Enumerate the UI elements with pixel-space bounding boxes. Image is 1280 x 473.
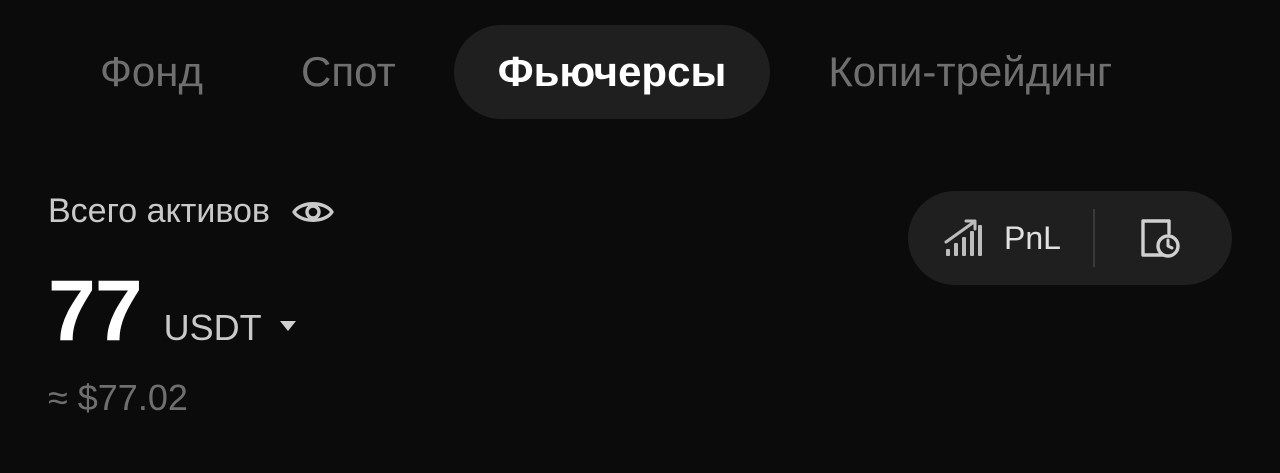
tab-fund[interactable]: Фонд	[60, 25, 243, 119]
signal-bars-icon	[944, 218, 984, 258]
balance-amount: 77	[48, 263, 143, 359]
futures-assets-screen: Фонд Спот Фьючерсы Копи-трейдинг Всего а…	[0, 0, 1280, 473]
caret-down-icon	[279, 321, 296, 331]
currency-selector[interactable]: USDT	[164, 307, 296, 349]
usd-equivalent: ≈ $77.02	[48, 377, 188, 418]
document-clock-icon	[1137, 216, 1181, 260]
pnl-button[interactable]: PnL	[908, 191, 1061, 285]
pnl-label: PnL	[1004, 219, 1061, 256]
total-assets-label: Всего активов	[48, 192, 270, 230]
tab-futures[interactable]: Фьючерсы	[453, 25, 771, 119]
account-tabs: Фонд Спот Фьючерсы Копи-трейдинг	[60, 24, 1170, 120]
pnl-history-pill: PnL	[908, 191, 1232, 285]
eye-icon[interactable]	[292, 197, 334, 227]
history-button[interactable]	[1095, 191, 1181, 285]
total-assets-header: Всего активов	[48, 192, 334, 231]
balance: 77 USDT	[48, 262, 296, 361]
tab-copy-trading[interactable]: Копи-трейдинг	[788, 25, 1152, 119]
tab-spot[interactable]: Спот	[261, 25, 436, 119]
currency-label: USDT	[163, 307, 262, 348]
